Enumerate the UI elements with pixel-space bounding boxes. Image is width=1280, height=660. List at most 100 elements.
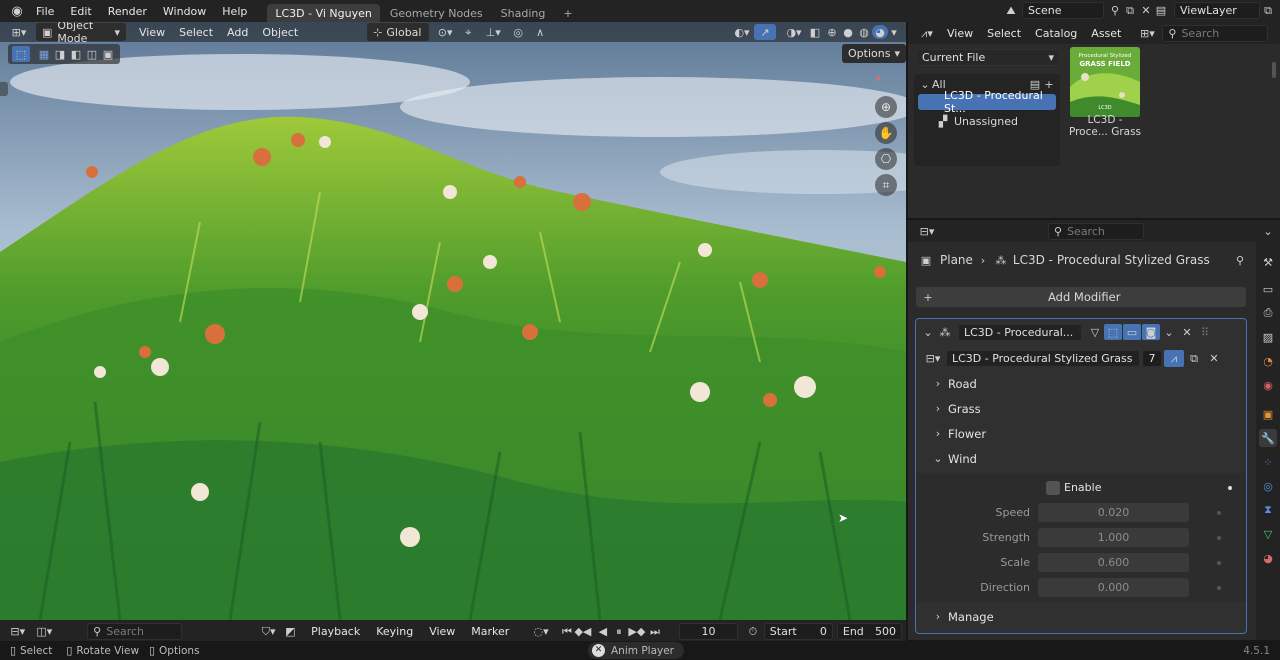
speed-field[interactable]: 0.020: [1038, 503, 1189, 522]
close-icon[interactable]: ✕: [592, 644, 605, 657]
options-dropdown[interactable]: Options ▾: [842, 44, 906, 63]
strength-keyframe-dot[interactable]: [1217, 535, 1221, 540]
add-workspace-button[interactable]: +: [555, 4, 580, 22]
asset-menu-view[interactable]: View: [940, 27, 980, 40]
timeline-menu-playback[interactable]: Playback: [303, 625, 368, 638]
panel-wind[interactable]: ⌄ Wind: [916, 446, 1246, 471]
solid-shading-icon[interactable]: ●: [840, 27, 856, 38]
collapse-chevron-icon[interactable]: ⌄: [920, 327, 936, 338]
drag-handle-icon[interactable]: ⠿: [1196, 327, 1214, 338]
remove-view-layer-icon[interactable]: ✕: [1276, 5, 1280, 16]
menu-file[interactable]: File: [28, 5, 62, 18]
overlay-icon[interactable]: ◑▾: [782, 27, 806, 38]
panel-manage[interactable]: › Manage: [916, 604, 1246, 629]
gizmo-icon[interactable]: ↗: [754, 24, 776, 40]
panel-flower[interactable]: › Flower: [916, 421, 1246, 446]
scale-field[interactable]: 0.600: [1038, 553, 1189, 572]
pivot-icon[interactable]: ⊙▾: [433, 27, 457, 38]
pin-icon[interactable]: ⚲: [1232, 255, 1248, 266]
render-toggle-icon[interactable]: ◙: [1142, 324, 1160, 340]
timeline-editor-type-icon[interactable]: ⊟▾: [4, 626, 32, 637]
speed-keyframe-dot[interactable]: [1217, 510, 1221, 515]
particles-tab-icon[interactable]: ⁘: [1259, 453, 1277, 471]
menu-edit[interactable]: Edit: [62, 5, 99, 18]
fake-user-icon[interactable]: ⩘: [1164, 349, 1184, 367]
data-tab-icon[interactable]: ▽: [1259, 525, 1277, 543]
modifier-name-field[interactable]: LC3D - Procedural...: [958, 323, 1082, 341]
navigation-gizmo[interactable]: ✦: [874, 72, 898, 96]
panel-grass[interactable]: › Grass: [916, 396, 1246, 421]
tab-lc3d-vi-nguyen[interactable]: LC3D - Vi Nguyen: [267, 4, 380, 22]
current-frame-field[interactable]: 10: [678, 622, 739, 640]
modifier-tab-icon[interactable]: 🔧: [1259, 429, 1277, 447]
scene-icon[interactable]: ⛰: [1000, 5, 1022, 16]
enable-keyframe-dot[interactable]: [1228, 485, 1232, 490]
falloff-icon[interactable]: ∧: [529, 27, 551, 38]
jump-keyframe-back-icon[interactable]: ◆◀: [574, 626, 591, 637]
zoom-icon[interactable]: ⊕: [875, 96, 897, 118]
asset-thumbnail[interactable]: Procedural Stylized GRASS FIELD LC3D: [1070, 47, 1140, 117]
tab-geometry-nodes[interactable]: Geometry Nodes: [382, 4, 491, 22]
select-box-tool-icon[interactable]: ⬚: [12, 46, 30, 62]
blender-logo-icon[interactable]: ◉: [6, 5, 28, 18]
node-group-field[interactable]: LC3D - Procedural Stylized Grass: [946, 349, 1140, 367]
transform-orientation-dropdown[interactable]: ⊹ Global: [367, 23, 430, 41]
menu-help[interactable]: Help: [214, 5, 255, 18]
jump-keyframe-forward-icon[interactable]: ▶◆: [627, 626, 647, 637]
viewport-menu-select[interactable]: Select: [172, 26, 220, 39]
physics-tab-icon[interactable]: ◎: [1259, 477, 1277, 495]
rendered-shading-icon[interactable]: ◕: [872, 25, 888, 39]
cage-toggle-icon[interactable]: ⬚: [1104, 324, 1122, 340]
visibility-icon[interactable]: ◐▾: [730, 27, 754, 38]
output-tab-icon[interactable]: ⎙: [1259, 304, 1277, 322]
pan-hand-icon[interactable]: ✋: [875, 122, 897, 144]
shading-options-icon[interactable]: ▾: [888, 27, 900, 38]
grass-field-render[interactable]: [0, 22, 906, 620]
modifier-menu-chevron-icon[interactable]: ⌄: [1160, 327, 1178, 338]
asset-menu-select[interactable]: Select: [980, 27, 1028, 40]
tab-shading[interactable]: Shading: [493, 4, 554, 22]
select-new-icon[interactable]: ▦: [36, 49, 52, 60]
world-tab-icon[interactable]: ◉: [1259, 376, 1277, 394]
asset-scrollbar[interactable]: [1272, 62, 1276, 78]
direction-keyframe-dot[interactable]: [1217, 585, 1221, 590]
snap-target-icon[interactable]: ⊥▾: [479, 27, 507, 38]
asset-editor-type-icon[interactable]: ⩘▾: [914, 28, 940, 39]
save-catalog-icon[interactable]: ▤: [1028, 79, 1042, 90]
catalog-item-selected[interactable]: LC3D - Procedural St...: [918, 89, 1056, 115]
wireframe-shading-icon[interactable]: ⊕: [824, 27, 840, 38]
scale-keyframe-dot[interactable]: [1217, 560, 1221, 565]
new-scene-icon[interactable]: ⧉: [1122, 5, 1138, 16]
tool-tab-icon[interactable]: ⚒: [1259, 253, 1277, 271]
view-layer-icon[interactable]: ▤: [1148, 5, 1174, 16]
viewport-toggle-icon[interactable]: ▭: [1123, 324, 1141, 340]
object-tab-icon[interactable]: ▣: [1259, 405, 1277, 423]
strength-field[interactable]: 1.000: [1038, 528, 1189, 547]
menu-render[interactable]: Render: [100, 5, 155, 18]
material-tab-icon[interactable]: ◕: [1259, 549, 1277, 567]
timeline-menu-view[interactable]: View: [421, 625, 463, 638]
unlink-icon[interactable]: ✕: [1204, 353, 1224, 364]
properties-editor-type-icon[interactable]: ⊟▾: [914, 226, 940, 237]
toolbar-expand-handle[interactable]: [0, 82, 8, 96]
constraints-tab-icon[interactable]: ⧗: [1259, 501, 1277, 519]
3d-viewport[interactable]: ⊞▾ ▣ Object Mode ▾ View Select Add Objec…: [0, 22, 906, 620]
add-modifier-button[interactable]: + Add Modifier: [916, 287, 1246, 307]
xray-icon[interactable]: ◧: [806, 27, 824, 38]
perspective-grid-icon[interactable]: ⌗: [875, 174, 897, 196]
render-tab-icon[interactable]: ▭: [1259, 280, 1277, 298]
direction-field[interactable]: 0.000: [1038, 578, 1189, 597]
select-invert-icon[interactable]: ◫: [84, 49, 100, 60]
remove-modifier-icon[interactable]: ✕: [1178, 327, 1196, 338]
edit-mode-toggle-icon[interactable]: ▽: [1086, 327, 1104, 338]
mode-selector[interactable]: ▣ Object Mode ▾: [36, 22, 126, 45]
pin-icon[interactable]: ⚲: [1108, 5, 1122, 16]
select-extend-icon[interactable]: ◨: [52, 49, 68, 60]
properties-search-input[interactable]: ⚲ Search: [1048, 222, 1144, 240]
view-layer-field[interactable]: ViewLayer: [1174, 2, 1260, 19]
node-group-users[interactable]: 7: [1142, 349, 1162, 367]
viewport-menu-view[interactable]: View: [132, 26, 172, 39]
snap-icon[interactable]: ⌖: [457, 27, 479, 38]
node-tree-icon[interactable]: ⊟▾: [920, 353, 946, 364]
panel-road[interactable]: › Road: [916, 371, 1246, 396]
